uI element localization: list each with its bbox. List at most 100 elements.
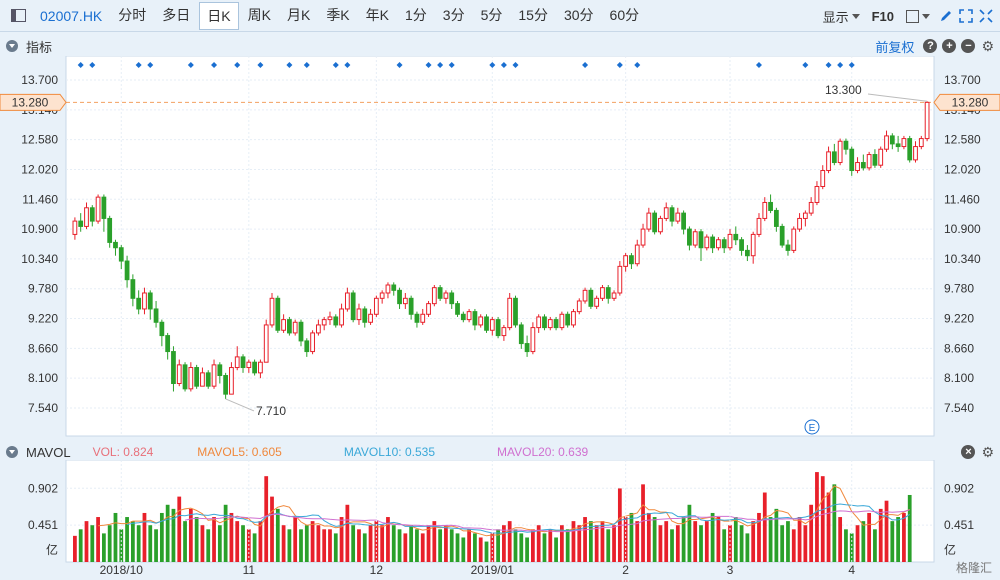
candle-body	[576, 300, 582, 313]
volume-bar	[420, 533, 425, 562]
tab-12[interactable]: 60分	[603, 2, 647, 30]
volume-chart[interactable]: 0.902 0.902 0.451 0.451 亿 亿 2018/10 11 12 2019/01…	[0, 460, 1000, 580]
layout-dropdown[interactable]	[906, 9, 930, 23]
volume-bar	[641, 484, 645, 562]
y-tick-left: 9.220	[28, 312, 58, 326]
volume-bar	[542, 533, 547, 562]
candle-body	[855, 162, 860, 172]
volume-bar	[426, 525, 431, 562]
volume-bar	[658, 525, 663, 562]
tab-9[interactable]: 5分	[474, 2, 510, 30]
candle-body	[292, 321, 298, 334]
candle-body	[889, 135, 895, 145]
display-dropdown[interactable]: 显示	[823, 7, 860, 26]
mavol10-label: MAVOL10:	[343, 445, 402, 459]
y-tick-right: 13.700	[944, 73, 981, 87]
candle-body	[84, 207, 89, 227]
candle-body	[831, 151, 837, 164]
tab-1[interactable]: 多日	[155, 2, 197, 30]
volume-bar	[270, 496, 274, 562]
candle-body	[182, 364, 188, 390]
expand-icon[interactable]	[976, 6, 996, 26]
volume-bar	[907, 494, 912, 562]
tab-11[interactable]: 30分	[557, 2, 601, 30]
x-tick-label: 2018/10	[100, 563, 144, 577]
volume-bar	[212, 517, 216, 562]
candle-body	[304, 340, 310, 353]
volume-bar	[449, 529, 454, 562]
volume-bar	[820, 476, 825, 562]
tab-0[interactable]: 分时	[111, 2, 153, 30]
gear-icon[interactable]: ⚙	[981, 38, 994, 55]
y-tick-right: 12.580	[944, 133, 981, 147]
help-icon[interactable]: ?	[923, 39, 938, 53]
candle-body	[362, 308, 368, 323]
candle	[292, 319, 298, 336]
minus-icon[interactable]: −	[961, 39, 976, 53]
volume-bar	[368, 525, 373, 562]
volume-bar	[304, 525, 309, 562]
candle	[513, 295, 518, 328]
candle-body	[89, 207, 95, 222]
candle-body	[188, 367, 194, 390]
volume-bar	[652, 517, 657, 562]
close-icon[interactable]: ×	[961, 445, 976, 459]
tab-6[interactable]: 年K	[359, 2, 396, 30]
candle-body	[582, 289, 588, 302]
volume-bar	[780, 525, 785, 562]
volume-bar	[235, 521, 240, 562]
tab-3[interactable]: 周K	[241, 2, 278, 30]
candle-body	[431, 287, 437, 305]
candle-body	[246, 361, 252, 369]
x-tick-label: 11	[243, 563, 256, 577]
candle-body	[72, 220, 78, 235]
candle-body	[200, 372, 205, 387]
tab-2[interactable]: 日K	[199, 1, 239, 30]
tab-8[interactable]: 3分	[436, 2, 472, 30]
gear-icon[interactable]: ⚙	[981, 444, 994, 461]
tab-10[interactable]: 15分	[511, 2, 555, 30]
candle-body	[669, 207, 675, 222]
candle	[866, 151, 872, 171]
x-tick-label: 12	[370, 563, 384, 577]
tab-5[interactable]: 季K	[319, 2, 356, 30]
fuquan-button[interactable]: 前复权	[875, 37, 914, 56]
y-tick-right: 8.660	[944, 341, 974, 355]
candle-body	[785, 244, 791, 251]
volume-bar	[148, 525, 153, 562]
candle	[878, 146, 884, 168]
tab-4[interactable]: 月K	[280, 2, 317, 30]
sidebar-toggle-icon[interactable]	[6, 4, 30, 28]
volume-bar	[154, 529, 158, 562]
tab-7[interactable]: 1分	[398, 2, 434, 30]
plus-icon[interactable]: +	[942, 39, 957, 53]
candle	[565, 311, 571, 328]
indicator-title: 指标	[26, 39, 53, 55]
volume-bar	[884, 500, 889, 562]
candle	[779, 223, 785, 248]
candlestick-chart[interactable]: 13.70013.70013.14013.14012.58012.58012.0…	[0, 56, 1000, 440]
chevron-down-icon	[851, 13, 860, 19]
volume-bar	[548, 529, 553, 562]
y-tick-right: 10.340	[944, 252, 981, 266]
candle-body	[524, 343, 530, 353]
f10-button[interactable]: F10	[872, 9, 894, 24]
watermark: 格隆汇	[955, 561, 992, 575]
vol-unit-right: 亿	[944, 542, 956, 557]
stock-symbol[interactable]: 02007.HK	[40, 8, 102, 24]
candle-body	[750, 233, 756, 257]
volume-bar	[357, 529, 361, 562]
candle-body	[901, 138, 907, 148]
y-tick-left: 13.700	[21, 73, 58, 87]
candle-body	[687, 228, 692, 246]
mavol5-label: MAVOL5:	[197, 445, 249, 459]
price-tag-text: 13.280	[12, 95, 49, 109]
pen-icon[interactable]	[936, 6, 956, 26]
candle-body	[791, 228, 797, 251]
collapse-icon[interactable]	[6, 446, 18, 458]
volume-bar	[287, 529, 292, 562]
fullscreen-icon[interactable]	[956, 6, 976, 26]
candle	[194, 364, 200, 389]
collapse-icon[interactable]	[6, 40, 18, 52]
candle-body	[217, 364, 223, 377]
